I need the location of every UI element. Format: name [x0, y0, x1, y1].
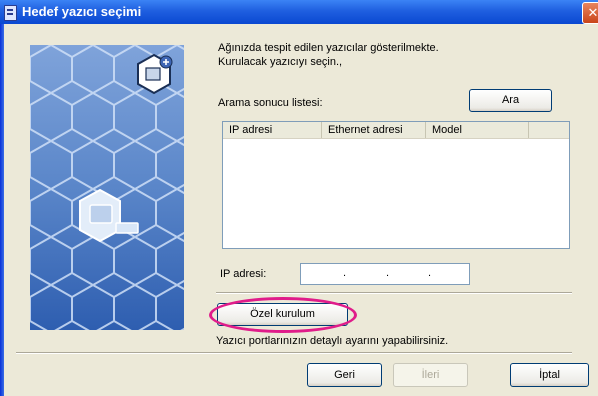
ip-address-label: IP adresi:: [220, 268, 267, 280]
divider: [16, 352, 572, 354]
ip-separator: .: [343, 267, 347, 279]
side-artwork: [30, 45, 184, 330]
ip-separator: .: [386, 267, 390, 279]
back-button[interactable]: Geri: [307, 363, 382, 387]
window-frame-left: [0, 24, 4, 396]
search-button[interactable]: Ara: [469, 89, 552, 112]
printer-list-header: IP adresi Ethernet adresi Model: [223, 122, 569, 139]
info-text-line1: Ağınızda tespit edilen yazıcılar gösteri…: [218, 42, 439, 54]
next-button[interactable]: İleri: [393, 363, 468, 387]
column-ip-address[interactable]: IP adresi: [223, 122, 322, 138]
column-ethernet-address[interactable]: Ethernet adresi: [322, 122, 426, 138]
close-button[interactable]: ✕: [582, 2, 598, 24]
side-artwork-svg: [30, 45, 184, 330]
app-icon: [4, 5, 17, 21]
ip-separator: .: [428, 267, 432, 279]
printer-list[interactable]: IP adresi Ethernet adresi Model: [222, 121, 570, 249]
search-results-label: Arama sonucu listesi:: [218, 97, 323, 109]
window-title: Hedef yazıcı seçimi: [22, 4, 142, 19]
highlight-ellipse: [209, 297, 357, 333]
column-model[interactable]: Model: [426, 122, 529, 138]
custom-install-description: Yazıcı portlarınızın detaylı ayarını yap…: [216, 335, 449, 347]
info-text-line2: Kurulacak yazıcıyı seçin.,: [218, 56, 343, 68]
title-bar: Hedef yazıcı seçimi ✕: [0, 0, 598, 24]
divider: [216, 292, 572, 294]
cancel-button[interactable]: İptal: [510, 363, 589, 387]
ip-address-field[interactable]: . . .: [300, 263, 470, 285]
